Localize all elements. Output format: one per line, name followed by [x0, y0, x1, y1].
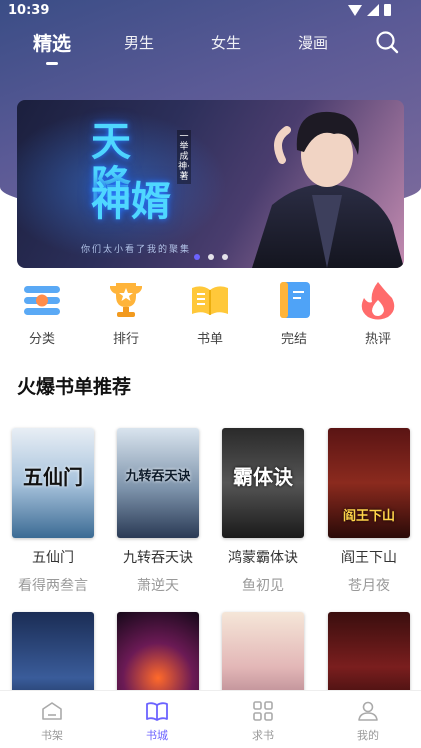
quick-link-ranking[interactable]: 排行	[96, 280, 156, 347]
banner-title-line2: 神婿	[91, 178, 171, 225]
tab-label: 我的	[357, 729, 379, 742]
status-icons	[348, 4, 391, 16]
quick-link-label: 排行	[112, 332, 139, 347]
book-title: 鸿蒙霸体诀	[228, 550, 298, 566]
search-icon	[376, 31, 399, 54]
book-cover: 九转吞天诀	[117, 428, 199, 538]
book-card[interactable]: 霸体诀 鸿蒙霸体诀 鱼初见	[222, 428, 304, 595]
tab-comics[interactable]: 漫画	[298, 32, 328, 53]
tab-bookstore[interactable]: 书城	[127, 699, 187, 743]
quick-link-book-list[interactable]: 书单	[180, 280, 240, 347]
book-title: 九转吞天诀	[123, 550, 193, 566]
book-author: 鱼初见	[242, 578, 284, 594]
book-author: 看得两叁言	[18, 578, 88, 594]
signal-icon	[367, 4, 379, 16]
quick-link-label: 书单	[196, 332, 223, 347]
user-icon	[356, 699, 380, 723]
cover-title: 霸体诀	[233, 465, 293, 489]
tab-label: 女生	[211, 34, 242, 52]
book-author: 萧逆天	[137, 578, 179, 594]
book-title: 阎王下山	[341, 550, 397, 566]
cover-title: 阎王下山	[342, 509, 395, 524]
quick-link-label: 完结	[280, 332, 307, 347]
book-card[interactable]: 阎王下山 阎王下山 苍月夜	[328, 428, 410, 595]
pagination-dot[interactable]	[207, 254, 214, 260]
pagination-dot[interactable]	[221, 254, 228, 260]
tab-label: 男生	[124, 34, 155, 52]
cover-title: 五仙门	[23, 465, 83, 489]
bookshelf-icon	[40, 699, 64, 723]
book-cover: 阎王下山	[328, 428, 410, 538]
tab-female[interactable]: 女生	[211, 32, 241, 53]
battery-icon	[384, 4, 391, 16]
quick-links: 分类 排行 书单 完结 热评	[0, 280, 421, 350]
quick-link-hot-reviews[interactable]: 热评	[348, 280, 408, 347]
pagination-dot[interactable]	[193, 254, 200, 260]
section-title: 火爆书单推荐	[17, 376, 132, 398]
wifi-icon	[348, 4, 362, 16]
flame-icon	[358, 280, 398, 320]
book-author: 苍月夜	[348, 578, 390, 594]
banner-byline: 一举成神·著	[177, 130, 191, 184]
tab-featured[interactable]: 精选	[33, 29, 72, 65]
book-open-icon	[145, 699, 169, 723]
grid-icon	[251, 699, 275, 723]
tab-bookshelf[interactable]: 书架	[22, 699, 82, 743]
top-nav: 精选 男生 女生 漫画	[0, 26, 421, 70]
tab-male[interactable]: 男生	[124, 32, 154, 53]
status-bar: 10:39	[0, 0, 421, 22]
status-time: 10:39	[8, 3, 50, 18]
cover-title: 九转吞天诀	[125, 469, 191, 484]
quick-link-category[interactable]: 分类	[12, 280, 72, 347]
promo-banner[interactable]: 天降 神婿 一举成神·著 你们太小看了我的聚集	[17, 100, 404, 268]
book-cover: 五仙门	[12, 428, 94, 538]
book-title: 五仙门	[32, 550, 74, 566]
book-cover: 霸体诀	[222, 428, 304, 538]
tab-label: 书城	[146, 729, 168, 742]
search-button[interactable]	[375, 30, 399, 54]
book-card[interactable]: 九转吞天诀 九转吞天诀 萧逆天	[117, 428, 199, 595]
banner-pagination	[17, 254, 404, 260]
tab-label: 漫画	[298, 34, 329, 52]
quick-link-finished[interactable]: 完结	[264, 280, 324, 347]
tab-label: 求书	[252, 729, 274, 742]
tab-label: 精选	[33, 33, 72, 55]
quick-link-label: 热评	[364, 332, 391, 347]
book-card[interactable]: 五仙门 五仙门 看得两叁言	[12, 428, 94, 595]
quick-link-label: 分类	[28, 332, 55, 347]
tab-label: 书架	[41, 729, 63, 742]
bottom-tab-bar: 书架 书城 求书 我的	[0, 690, 421, 748]
category-icon	[22, 280, 62, 320]
tab-profile[interactable]: 我的	[338, 699, 398, 743]
book-list-icon	[190, 280, 230, 320]
active-tab-indicator	[46, 62, 58, 65]
finished-book-icon	[274, 280, 314, 320]
trophy-icon	[106, 280, 146, 320]
banner-character-illustration	[252, 111, 404, 268]
tab-request-book[interactable]: 求书	[233, 699, 293, 743]
